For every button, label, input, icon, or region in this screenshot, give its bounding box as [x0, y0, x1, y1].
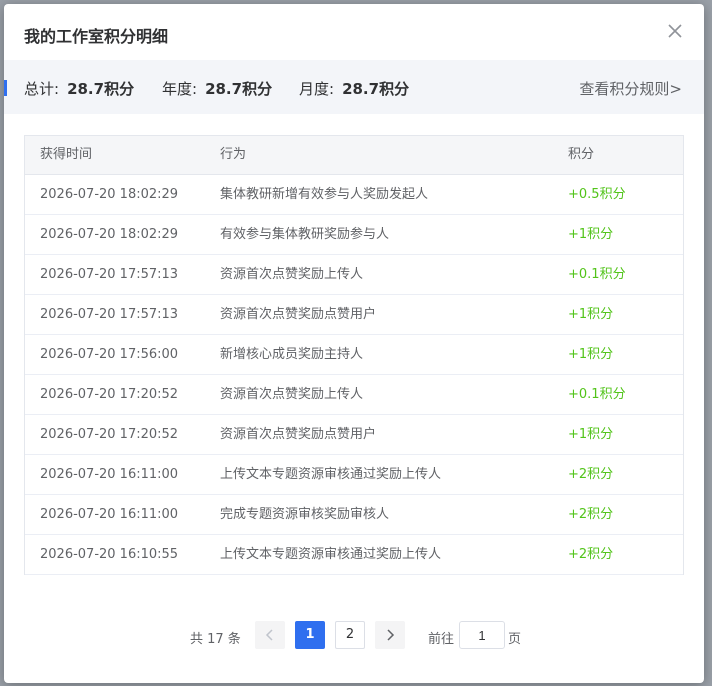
row-action: 新增核心成员奖励主持人 [220, 347, 364, 362]
points-table: 获得时间 行为 积分 2026-07-20 18:02:29 集体教研新增有效参与… [24, 135, 684, 575]
row-action: 完成专题资源审核奖励审核人 [220, 507, 390, 522]
column-header-action: 行为 [220, 147, 247, 162]
summary-year-label: 年度: [162, 80, 198, 98]
row-points: +1积分 [568, 307, 614, 322]
chevron-left-icon [265, 629, 273, 641]
row-time: 2026-07-20 18:02:29 [40, 227, 179, 242]
row-action: 有效参与集体教研奖励参与人 [220, 227, 390, 242]
dialog-title: 我的工作室积分明细 [24, 27, 169, 46]
chevron-right-icon [387, 629, 395, 641]
table-row: 2026-07-20 16:11:00 上传文本专题资源审核通过奖励上传人 +2积分 [25, 455, 683, 495]
table-body: 2026-07-20 18:02:29 集体教研新增有效参与人奖励发起人 +0.5积… [25, 175, 683, 575]
pagination: 共 17 条 1 2 前往 页 [4, 621, 704, 651]
row-time: 2026-07-20 17:20:52 [40, 387, 179, 402]
row-action: 资源首次点赞奖励上传人 [220, 387, 364, 402]
table-row: 2026-07-20 16:10:55 上传文本专题资源审核通过奖励上传人 +2积分 [25, 535, 683, 575]
row-points: +0.1积分 [568, 267, 626, 282]
row-time: 2026-07-20 16:11:00 [40, 467, 179, 482]
table-row: 2026-07-20 17:57:13 资源首次点赞奖励上传人 +0.1积分 [25, 255, 683, 295]
summary-month: 月度: 28.7积分 [299, 78, 409, 99]
pagination-total: 共 17 条 [190, 632, 241, 647]
row-points: +0.1积分 [568, 387, 626, 402]
summary-total-label: 总计: [24, 80, 60, 98]
summary-total: 总计: 28.7积分 [24, 78, 134, 99]
table-row: 2026-07-20 17:57:13 资源首次点赞奖励点赞用户 +1积分 [25, 295, 683, 335]
row-action: 上传文本专题资源审核通过奖励上传人 [220, 547, 442, 562]
summary-year: 年度: 28.7积分 [162, 78, 272, 99]
row-time: 2026-07-20 16:11:00 [40, 507, 179, 522]
row-points: +2积分 [568, 507, 614, 522]
summary-total-value: 28.7积分 [67, 80, 135, 98]
page-button-2[interactable]: 2 [335, 621, 365, 649]
row-time: 2026-07-20 17:57:13 [40, 307, 179, 322]
table-row: 2026-07-20 16:11:00 完成专题资源审核奖励审核人 +2积分 [25, 495, 683, 535]
close-icon[interactable] [664, 20, 686, 42]
row-action: 资源首次点赞奖励上传人 [220, 267, 364, 282]
table-row: 2026-07-20 17:56:00 新增核心成员奖励主持人 +1积分 [25, 335, 683, 375]
row-points: +1积分 [568, 227, 614, 242]
row-time: 2026-07-20 16:10:55 [40, 547, 179, 562]
row-time: 2026-07-20 17:56:00 [40, 347, 179, 362]
row-action: 上传文本专题资源审核通过奖励上传人 [220, 467, 442, 482]
table-row: 2026-07-20 17:20:52 资源首次点赞奖励点赞用户 +1积分 [25, 415, 683, 455]
row-action: 集体教研新增有效参与人奖励发起人 [220, 187, 429, 202]
column-header-time: 获得时间 [40, 147, 93, 162]
column-header-points: 积分 [568, 147, 595, 162]
prev-page-button[interactable] [255, 621, 285, 649]
goto-suffix: 页 [508, 632, 522, 647]
points-detail-dialog: 我的工作室积分明细 总计: 28.7积分 年度: 28.7积分 月度: 28.7积分 … [4, 4, 704, 683]
summary-month-value: 28.7积分 [342, 80, 410, 98]
row-points: +0.5积分 [568, 187, 626, 202]
table-row: 2026-07-20 18:02:29 有效参与集体教研奖励参与人 +1积分 [25, 215, 683, 255]
summary-accent-bar [4, 80, 7, 96]
summary-month-label: 月度: [299, 80, 335, 98]
row-time: 2026-07-20 17:20:52 [40, 427, 179, 442]
row-action: 资源首次点赞奖励点赞用户 [220, 427, 377, 442]
points-rules-link[interactable]: 查看积分规则> [579, 78, 682, 99]
row-points: +1积分 [568, 347, 614, 362]
row-action: 资源首次点赞奖励点赞用户 [220, 307, 377, 322]
row-points: +2积分 [568, 547, 614, 562]
page-button-1[interactable]: 1 [295, 621, 325, 649]
table-row: 2026-07-20 18:02:29 集体教研新增有效参与人奖励发起人 +0.5积… [25, 175, 683, 215]
row-points: +1积分 [568, 427, 614, 442]
points-summary-bar: 总计: 28.7积分 年度: 28.7积分 月度: 28.7积分 查看积分规则> [4, 60, 704, 114]
table-header: 获得时间 行为 积分 [25, 136, 683, 175]
row-time: 2026-07-20 17:57:13 [40, 267, 179, 282]
goto-page-input[interactable] [459, 621, 505, 649]
goto-label: 前往 [428, 632, 455, 647]
summary-year-value: 28.7积分 [205, 80, 273, 98]
table-row: 2026-07-20 17:20:52 资源首次点赞奖励上传人 +0.1积分 [25, 375, 683, 415]
next-page-button[interactable] [375, 621, 405, 649]
row-points: +2积分 [568, 467, 614, 482]
row-time: 2026-07-20 18:02:29 [40, 187, 179, 202]
dialog-header: 我的工作室积分明细 [4, 4, 704, 60]
